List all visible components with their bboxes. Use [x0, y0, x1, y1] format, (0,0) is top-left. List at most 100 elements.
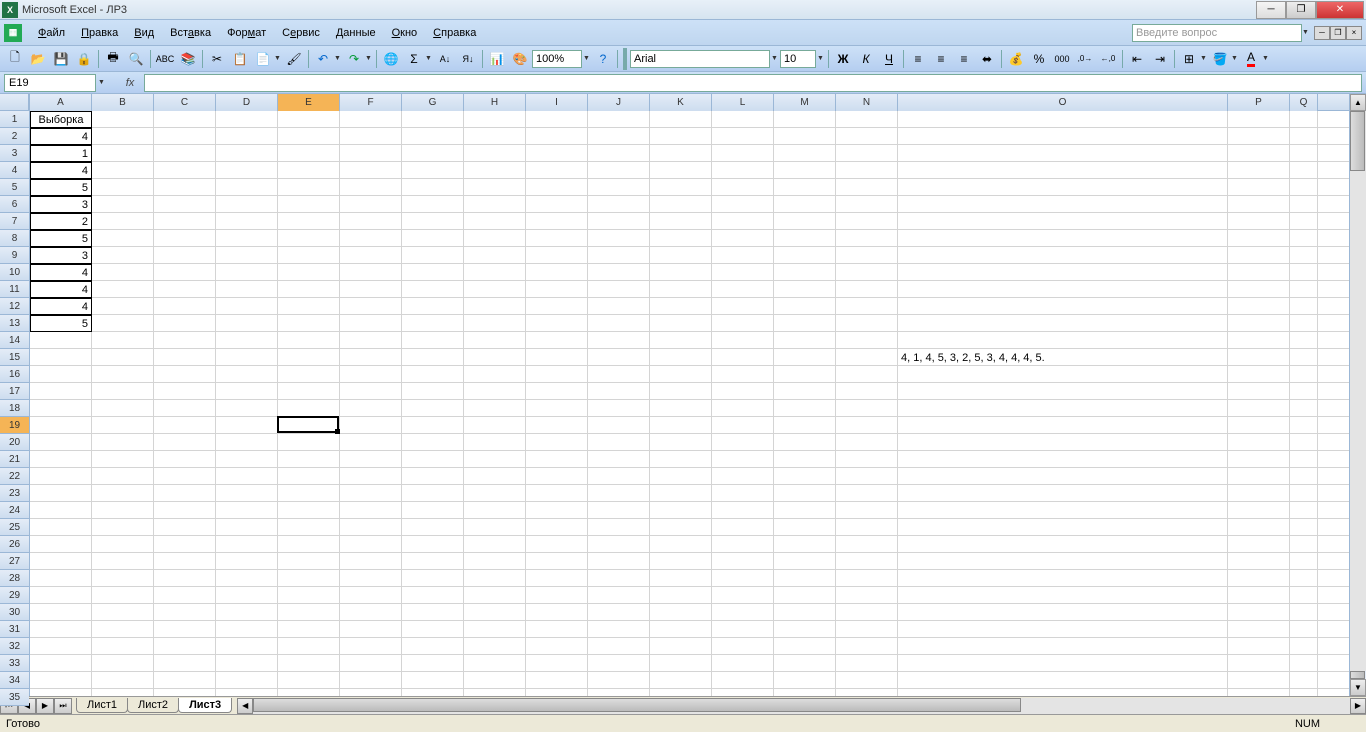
cell-I20[interactable]	[526, 434, 588, 451]
cell-G34[interactable]	[402, 672, 464, 689]
cell-J23[interactable]	[588, 485, 650, 502]
cell-C3[interactable]	[154, 145, 216, 162]
cell-F4[interactable]	[340, 162, 402, 179]
fx-icon[interactable]: fx	[118, 77, 142, 89]
cell-M20[interactable]	[774, 434, 836, 451]
cell-C9[interactable]	[154, 247, 216, 264]
cell-A30[interactable]	[30, 604, 92, 621]
cell-D13[interactable]	[216, 315, 278, 332]
cell-J15[interactable]	[588, 349, 650, 366]
cell-N13[interactable]	[836, 315, 898, 332]
col-header-J[interactable]: J	[588, 94, 650, 111]
italic-icon[interactable]: К	[855, 48, 877, 70]
cell-N19[interactable]	[836, 417, 898, 434]
cell-Q6[interactable]	[1290, 196, 1318, 213]
cell-D15[interactable]	[216, 349, 278, 366]
cell-A16[interactable]	[30, 366, 92, 383]
menu-окно[interactable]: Окно	[384, 25, 426, 41]
cell-J28[interactable]	[588, 570, 650, 587]
fill-color-icon[interactable]: 🪣	[1209, 48, 1231, 70]
cell-Q7[interactable]	[1290, 213, 1318, 230]
cell-N16[interactable]	[836, 366, 898, 383]
cell-I33[interactable]	[526, 655, 588, 672]
formula-input[interactable]	[144, 74, 1362, 92]
cell-C25[interactable]	[154, 519, 216, 536]
cell-H22[interactable]	[464, 468, 526, 485]
cell-B17[interactable]	[92, 383, 154, 400]
cell-C27[interactable]	[154, 553, 216, 570]
cell-C19[interactable]	[154, 417, 216, 434]
cell-K11[interactable]	[650, 281, 712, 298]
cell-P4[interactable]	[1228, 162, 1290, 179]
cell-P7[interactable]	[1228, 213, 1290, 230]
cell-A19[interactable]	[30, 417, 92, 434]
cell-P9[interactable]	[1228, 247, 1290, 264]
cell-P19[interactable]	[1228, 417, 1290, 434]
cell-Q12[interactable]	[1290, 298, 1318, 315]
cell-I34[interactable]	[526, 672, 588, 689]
cell-D16[interactable]	[216, 366, 278, 383]
cell-F20[interactable]	[340, 434, 402, 451]
cell-J19[interactable]	[588, 417, 650, 434]
cell-O9[interactable]	[898, 247, 1228, 264]
cell-C31[interactable]	[154, 621, 216, 638]
row-header-16[interactable]: 16	[0, 366, 29, 383]
cell-B11[interactable]	[92, 281, 154, 298]
cell-I30[interactable]	[526, 604, 588, 621]
cell-I22[interactable]	[526, 468, 588, 485]
cell-J27[interactable]	[588, 553, 650, 570]
cell-G15[interactable]	[402, 349, 464, 366]
cell-P1[interactable]	[1228, 111, 1290, 128]
cell-J21[interactable]	[588, 451, 650, 468]
align-left-icon[interactable]: ≡	[907, 48, 929, 70]
cell-L21[interactable]	[712, 451, 774, 468]
help-search-input[interactable]	[1132, 24, 1302, 42]
cell-C2[interactable]	[154, 128, 216, 145]
cell-I23[interactable]	[526, 485, 588, 502]
cell-L4[interactable]	[712, 162, 774, 179]
cell-E30[interactable]	[278, 604, 340, 621]
cell-C8[interactable]	[154, 230, 216, 247]
cell-F19[interactable]	[340, 417, 402, 434]
cell-K1[interactable]	[650, 111, 712, 128]
underline-icon[interactable]: Ч	[878, 48, 900, 70]
cell-B18[interactable]	[92, 400, 154, 417]
cell-A35[interactable]	[30, 689, 92, 696]
cell-C29[interactable]	[154, 587, 216, 604]
copy-icon[interactable]: 📋	[229, 48, 251, 70]
cell-O1[interactable]	[898, 111, 1228, 128]
cell-A28[interactable]	[30, 570, 92, 587]
cell-B10[interactable]	[92, 264, 154, 281]
cell-A22[interactable]	[30, 468, 92, 485]
cell-I5[interactable]	[526, 179, 588, 196]
cell-O19[interactable]	[898, 417, 1228, 434]
cell-K14[interactable]	[650, 332, 712, 349]
cell-K32[interactable]	[650, 638, 712, 655]
cell-O6[interactable]	[898, 196, 1228, 213]
row-header-35[interactable]: 35	[0, 689, 29, 706]
cell-A12[interactable]: 4	[30, 298, 92, 315]
cell-G30[interactable]	[402, 604, 464, 621]
row-header-20[interactable]: 20	[0, 434, 29, 451]
cell-J10[interactable]	[588, 264, 650, 281]
cell-Q22[interactable]	[1290, 468, 1318, 485]
cell-H31[interactable]	[464, 621, 526, 638]
cell-N32[interactable]	[836, 638, 898, 655]
row-header-28[interactable]: 28	[0, 570, 29, 587]
cell-N2[interactable]	[836, 128, 898, 145]
cell-M33[interactable]	[774, 655, 836, 672]
cell-N17[interactable]	[836, 383, 898, 400]
cell-N6[interactable]	[836, 196, 898, 213]
cell-J16[interactable]	[588, 366, 650, 383]
cell-A9[interactable]: 3	[30, 247, 92, 264]
cell-O24[interactable]	[898, 502, 1228, 519]
cell-P15[interactable]	[1228, 349, 1290, 366]
cell-O15[interactable]: 4, 1, 4, 5, 3, 2, 5, 3, 4, 4, 4, 5.	[898, 349, 1228, 366]
cell-Q19[interactable]	[1290, 417, 1318, 434]
cell-Q18[interactable]	[1290, 400, 1318, 417]
cell-H19[interactable]	[464, 417, 526, 434]
decrease-indent-icon[interactable]: ⇤	[1126, 48, 1148, 70]
cell-H13[interactable]	[464, 315, 526, 332]
cell-A2[interactable]: 4	[30, 128, 92, 145]
cell-C15[interactable]	[154, 349, 216, 366]
